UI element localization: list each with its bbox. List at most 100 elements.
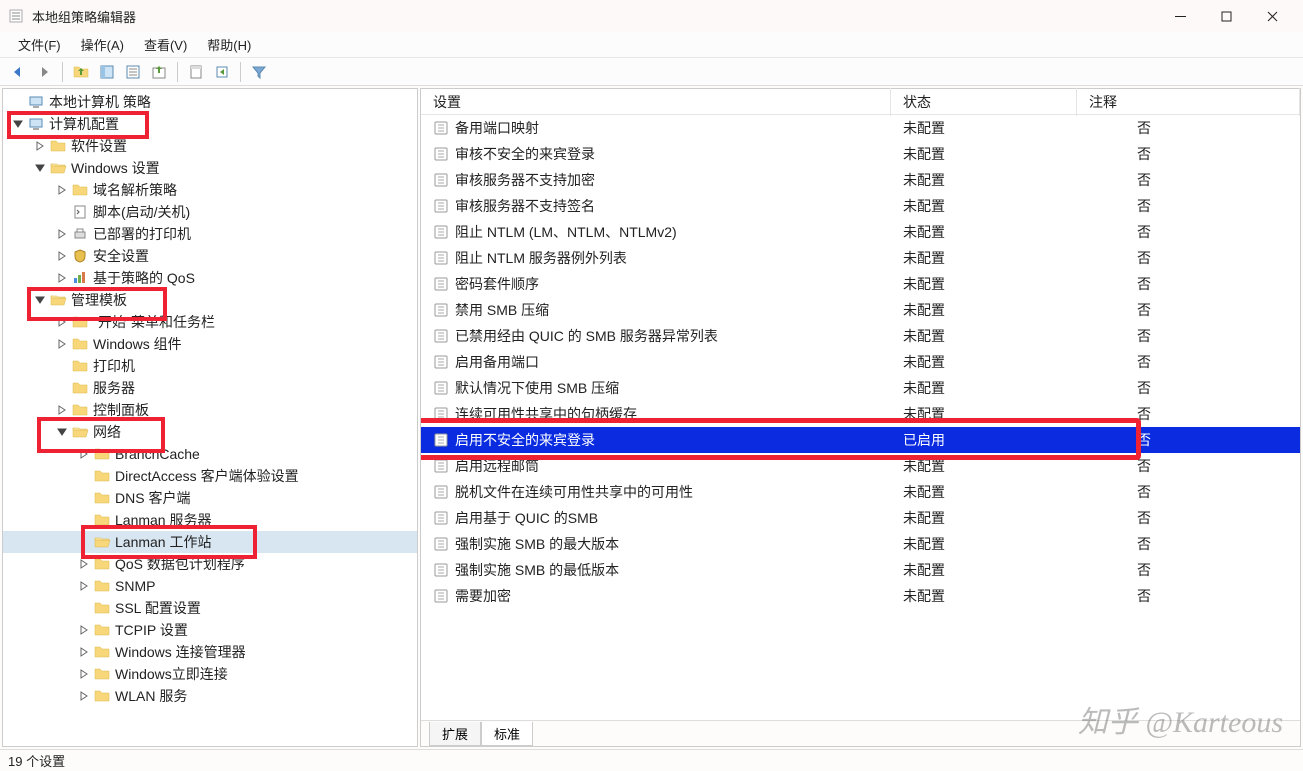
tree-node[interactable]: Windows 组件 [3, 333, 417, 355]
maximize-button[interactable] [1203, 0, 1249, 32]
up-button[interactable] [69, 60, 93, 84]
tree-twisty-icon[interactable] [11, 117, 25, 131]
list-row[interactable]: 强制实施 SMB 的最大版本未配置否 [421, 531, 1300, 557]
tree-twisty-icon[interactable] [77, 557, 91, 571]
list-body[interactable]: 备用端口映射未配置否审核不安全的来宾登录未配置否审核服务器不支持加密未配置否审核… [421, 115, 1300, 720]
details-button[interactable] [121, 60, 145, 84]
list-row[interactable]: 阻止 NTLM 服务器例外列表未配置否 [421, 245, 1300, 271]
tree-node[interactable]: Lanman 工作站 [3, 531, 417, 553]
tree-node[interactable]: SSL 配置设置 [3, 597, 417, 619]
list-row[interactable]: 启用不安全的来宾登录已启用否 [421, 427, 1300, 453]
export-button[interactable] [147, 60, 171, 84]
tree-twisty-icon[interactable] [55, 403, 69, 417]
column-state[interactable]: 状态 [891, 88, 1077, 116]
tree-twisty-icon[interactable] [77, 689, 91, 703]
tree-node[interactable]: 计算机配置 [3, 113, 417, 135]
list-row[interactable]: 审核服务器不支持加密未配置否 [421, 167, 1300, 193]
tree-twisty-icon[interactable] [55, 249, 69, 263]
tree-node[interactable]: SNMP [3, 575, 417, 597]
menu-file[interactable]: 文件(F) [8, 33, 71, 56]
tree-node[interactable]: 脚本(启动/关机) [3, 201, 417, 223]
tree-node[interactable]: 已部署的打印机 [3, 223, 417, 245]
list-row[interactable]: 启用基于 QUIC 的SMB未配置否 [421, 505, 1300, 531]
close-button[interactable] [1249, 0, 1295, 32]
show-hide-tree-button[interactable] [95, 60, 119, 84]
list-row[interactable]: 审核不安全的来宾登录未配置否 [421, 141, 1300, 167]
tree-twisty-icon[interactable] [77, 667, 91, 681]
tree-twisty-icon[interactable] [77, 491, 91, 505]
tree-node[interactable]: 服务器 [3, 377, 417, 399]
tree-twisty-icon[interactable] [33, 161, 47, 175]
list-row[interactable]: 强制实施 SMB 的最低版本未配置否 [421, 557, 1300, 583]
tree-twisty-icon[interactable] [11, 95, 25, 109]
tree-node[interactable]: QoS 数据包计划程序 [3, 553, 417, 575]
tab-standard[interactable]: 标准 [481, 722, 533, 746]
list-row[interactable]: 需要加密未配置否 [421, 583, 1300, 609]
tree-twisty-icon[interactable] [55, 227, 69, 241]
tree-node[interactable]: 控制面板 [3, 399, 417, 421]
list-row[interactable]: 阻止 NTLM (LM、NTLM、NTLMv2)未配置否 [421, 219, 1300, 245]
list-row[interactable]: 默认情况下使用 SMB 压缩未配置否 [421, 375, 1300, 401]
tree-twisty-icon[interactable] [77, 601, 91, 615]
tree-twisty-icon[interactable] [55, 183, 69, 197]
tree-twisty-icon[interactable] [55, 271, 69, 285]
list-row[interactable]: 密码套件顺序未配置否 [421, 271, 1300, 297]
list-row[interactable]: 备用端口映射未配置否 [421, 115, 1300, 141]
list-row[interactable]: 禁用 SMB 压缩未配置否 [421, 297, 1300, 323]
tree-node[interactable]: "开始"菜单和任务栏 [3, 311, 417, 333]
tree-node[interactable]: Windows立即连接 [3, 663, 417, 685]
tree-node[interactable]: BranchCache [3, 443, 417, 465]
tree-node[interactable]: 本地计算机 策略 [3, 91, 417, 113]
list-row[interactable]: 连续可用性共享中的句柄缓存未配置否 [421, 401, 1300, 427]
list-row[interactable]: 启用备用端口未配置否 [421, 349, 1300, 375]
tree-twisty-icon[interactable] [55, 337, 69, 351]
tree-twisty-icon[interactable] [77, 469, 91, 483]
list-row[interactable]: 脱机文件在连续可用性共享中的可用性未配置否 [421, 479, 1300, 505]
tree-twisty-icon[interactable] [55, 381, 69, 395]
column-setting[interactable]: 设置 [421, 88, 891, 116]
minimize-button[interactable] [1157, 0, 1203, 32]
tree-pane[interactable]: 本地计算机 策略计算机配置软件设置Windows 设置域名解析策略脚本(启动/关… [2, 88, 418, 747]
tree-node[interactable]: Windows 连接管理器 [3, 641, 417, 663]
tree-node[interactable]: Lanman 服务器 [3, 509, 417, 531]
tree-twisty-icon[interactable] [33, 293, 47, 307]
column-note[interactable]: 注释 [1077, 88, 1300, 116]
tree-node[interactable]: 网络 [3, 421, 417, 443]
tree-node[interactable]: 域名解析策略 [3, 179, 417, 201]
tree-twisty-icon[interactable] [77, 535, 91, 549]
menu-help[interactable]: 帮助(H) [197, 33, 261, 56]
tree-node[interactable]: 打印机 [3, 355, 417, 377]
tree-node[interactable]: TCPIP 设置 [3, 619, 417, 641]
refresh-button[interactable] [210, 60, 234, 84]
tree-twisty-icon[interactable] [77, 447, 91, 461]
list-row[interactable]: 已禁用经由 QUIC 的 SMB 服务器异常列表未配置否 [421, 323, 1300, 349]
tab-extended[interactable]: 扩展 [429, 722, 481, 746]
filter-button[interactable] [247, 60, 271, 84]
tree-twisty-icon[interactable] [55, 359, 69, 373]
tree-node[interactable]: Windows 设置 [3, 157, 417, 179]
setting-label: 审核服务器不支持加密 [455, 170, 595, 190]
tree-twisty-icon[interactable] [55, 205, 69, 219]
tree-twisty-icon[interactable] [77, 513, 91, 527]
tree-node[interactable]: 管理模板 [3, 289, 417, 311]
tree-twisty-icon[interactable] [77, 579, 91, 593]
list-row[interactable]: 审核服务器不支持签名未配置否 [421, 193, 1300, 219]
back-button[interactable] [6, 60, 30, 84]
tree-twisty-icon[interactable] [77, 645, 91, 659]
tree-node[interactable]: 软件设置 [3, 135, 417, 157]
tree-twisty-icon[interactable] [55, 315, 69, 329]
tree-label: 本地计算机 策略 [49, 92, 151, 112]
tree-node[interactable]: 安全设置 [3, 245, 417, 267]
tree-node[interactable]: 基于策略的 QoS [3, 267, 417, 289]
tree-node[interactable]: DNS 客户端 [3, 487, 417, 509]
tree-node[interactable]: DirectAccess 客户端体验设置 [3, 465, 417, 487]
tree-twisty-icon[interactable] [33, 139, 47, 153]
properties-button[interactable] [184, 60, 208, 84]
list-row[interactable]: 启用远程邮筒未配置否 [421, 453, 1300, 479]
menu-action[interactable]: 操作(A) [71, 33, 134, 56]
tree-node[interactable]: WLAN 服务 [3, 685, 417, 707]
forward-button[interactable] [32, 60, 56, 84]
tree-twisty-icon[interactable] [77, 623, 91, 637]
tree-twisty-icon[interactable] [55, 425, 69, 439]
menu-view[interactable]: 查看(V) [134, 33, 197, 56]
